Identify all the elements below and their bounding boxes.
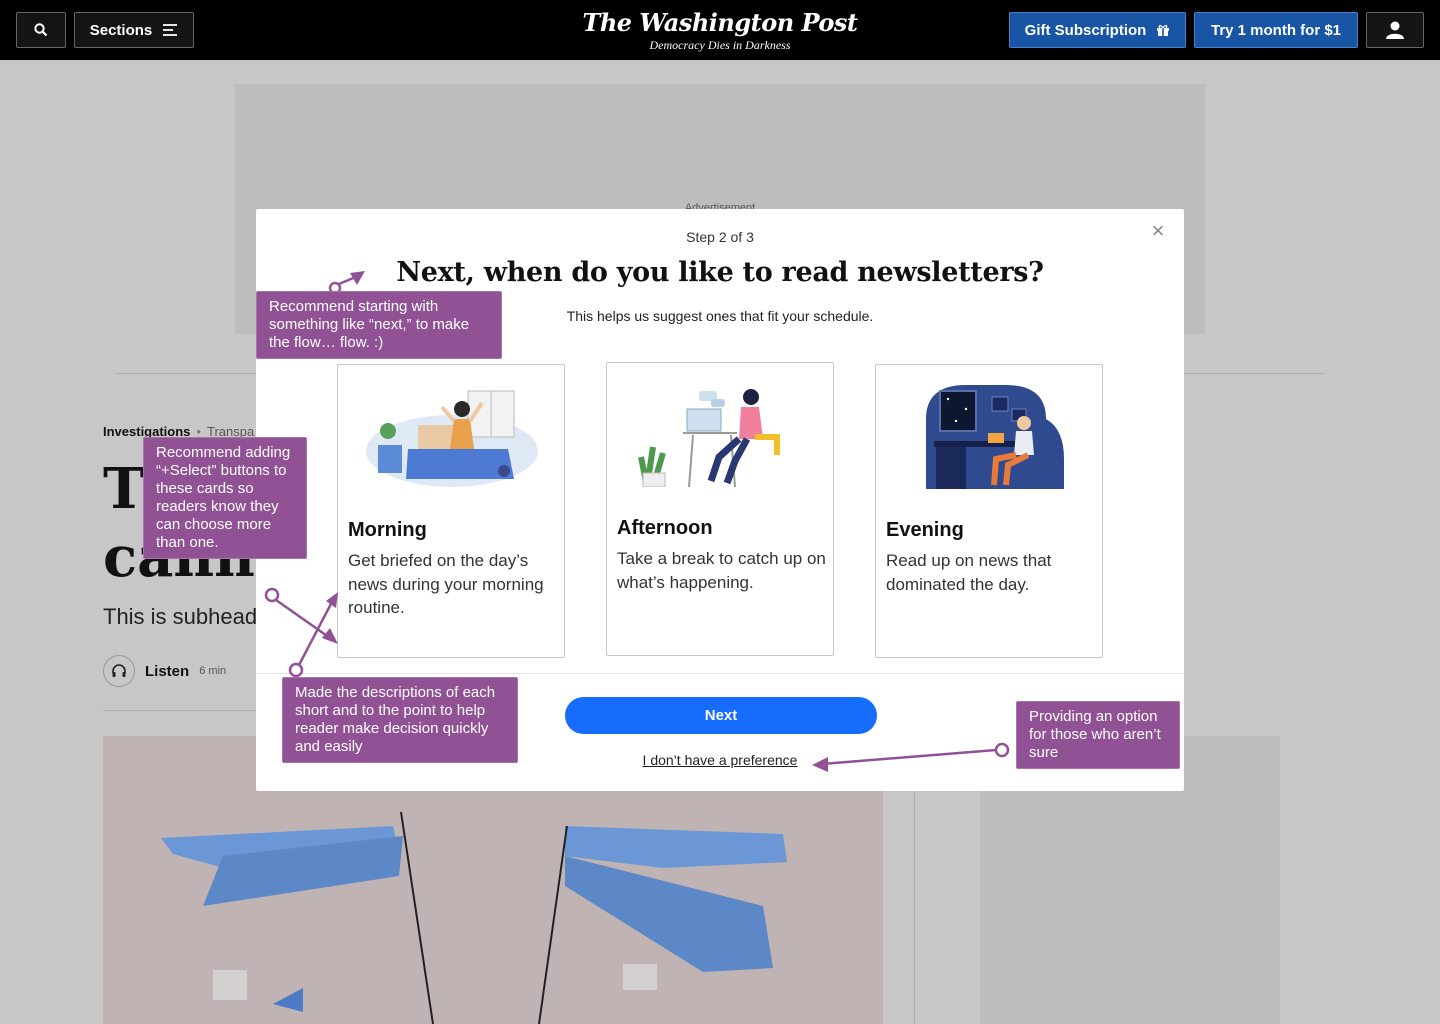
- annotation-preference: Providing an option for those who aren’t…: [1016, 701, 1180, 769]
- annotation-descriptions: Made the descriptions of each short and …: [282, 677, 518, 763]
- annotation-select: Recommend adding “+Select” buttons to th…: [143, 437, 307, 559]
- annotation-next: Recommend starting with something like “…: [256, 291, 502, 359]
